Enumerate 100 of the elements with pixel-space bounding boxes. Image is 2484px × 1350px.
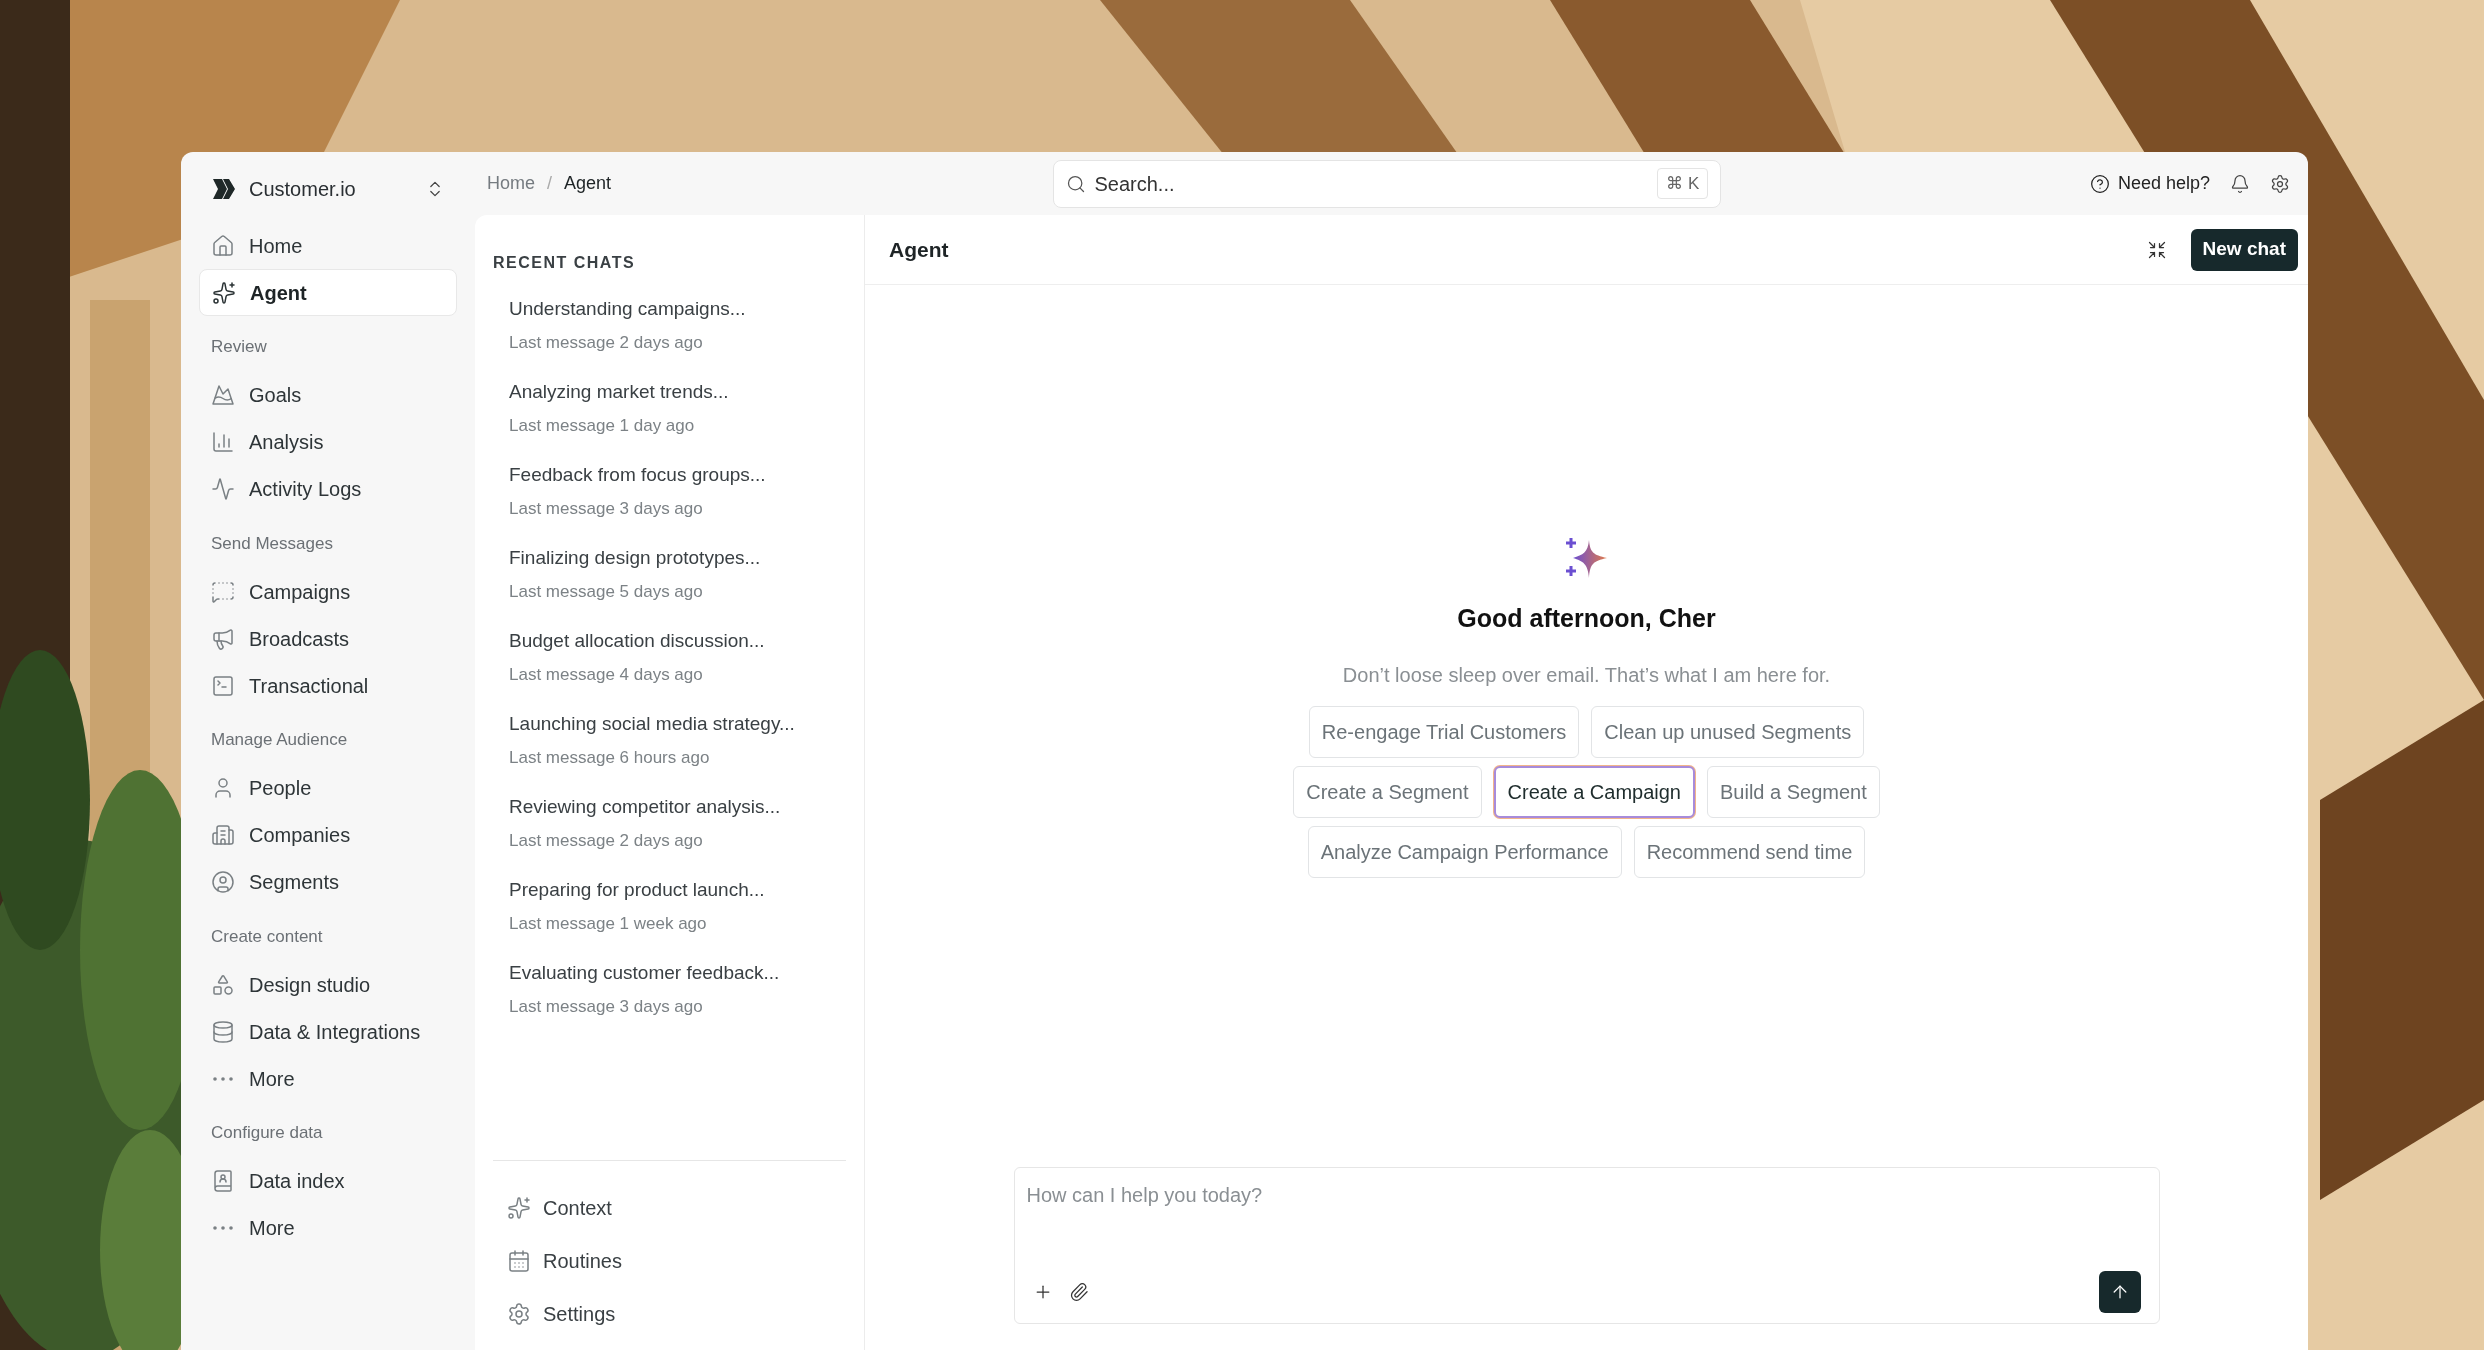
chat-timestamp: Last message 5 days ago <box>509 580 704 603</box>
settings-icon[interactable] <box>2270 173 2290 194</box>
chat-title[interactable]: Finalizing design prototypes... <box>509 544 830 573</box>
nav-label: Design studio <box>249 972 371 998</box>
help-icon <box>2089 173 2110 194</box>
section-heading: Send Messages <box>210 532 334 555</box>
chat-timestamp: Last message 2 days ago <box>509 331 704 354</box>
sparkle-icon <box>212 280 236 305</box>
chat-title[interactable]: Analyzing market trends... <box>509 378 830 407</box>
chat-bubble-icon <box>211 579 235 604</box>
nav-item[interactable]: Companies <box>199 811 457 859</box>
nav-label: Data & Integrations <box>249 1019 421 1045</box>
panel-link-label: Context <box>543 1195 612 1221</box>
page-title: Agent <box>889 236 950 263</box>
nav-item[interactable]: Broadcasts <box>199 615 457 662</box>
nav-label: Campaigns <box>249 579 351 605</box>
calendar-icon <box>507 1248 531 1273</box>
bar-chart-icon <box>211 430 235 454</box>
suggestion-chip[interactable]: Clean up unused Segments <box>1591 705 1865 758</box>
nav-item[interactable]: Data index <box>199 1157 457 1205</box>
nav-item[interactable]: Activity Logs <box>199 465 457 513</box>
nav-item[interactable]: More <box>199 1055 457 1102</box>
suggestion-chip[interactable]: Build a Segment <box>1707 765 1880 818</box>
nav-item[interactable]: People <box>199 764 457 812</box>
paperclip-icon[interactable] <box>1068 1282 1089 1302</box>
chat-title[interactable]: Preparing for product launch... <box>509 876 830 905</box>
suggestion-chip[interactable]: Analyze Campaign Performance <box>1307 825 1622 878</box>
chat-title[interactable]: Launching social media strategy... <box>509 710 830 739</box>
terminal-icon <box>211 673 235 698</box>
chat-title[interactable]: Feedback from focus groups... <box>509 461 830 490</box>
building-icon <box>211 823 235 847</box>
more-icon <box>213 1226 233 1230</box>
message-composer[interactable]: How can I help you today? <box>1013 1167 2160 1324</box>
nav-label: Transactional <box>249 673 369 699</box>
search-icon <box>1066 173 1087 194</box>
section-heading: RECENT CHATS <box>493 253 637 273</box>
greeting-subtitle: Don’t loose sleep over email. That’s what I am here for. <box>1342 662 1831 688</box>
section-heading: Create content <box>210 925 324 948</box>
chat-title[interactable]: Budget allocation discussion... <box>509 627 830 656</box>
search-input[interactable]: Search... <box>1094 168 1650 199</box>
nav-label: More <box>249 1216 295 1241</box>
shortcut-key: ⌘ K <box>1657 167 1709 200</box>
help-link[interactable]: Need help? <box>2089 170 2210 197</box>
house-icon <box>211 233 235 258</box>
chat-timestamp: Last message 4 days ago <box>509 663 704 686</box>
user-circle-icon <box>211 870 235 894</box>
nav-item[interactable]: Transactional <box>199 662 457 709</box>
nav-label: Agent <box>250 280 307 306</box>
panel-link-label: Settings <box>543 1301 616 1327</box>
shapes-icon <box>211 972 235 997</box>
search-field[interactable]: Search... ⌘ K <box>1053 159 1722 208</box>
nav-item[interactable]: Campaigns <box>199 568 457 615</box>
nav-item[interactable]: Segments <box>199 858 457 906</box>
mountain-icon <box>211 383 235 407</box>
section-heading: Manage Audience <box>210 729 349 751</box>
chat-timestamp: Last message 3 days ago <box>509 995 704 1018</box>
suggestion-chip[interactable]: Recommend send time <box>1633 825 1866 878</box>
megaphone-icon <box>211 626 235 651</box>
greeting-heading: Good afternoon, Cher <box>1457 603 1716 635</box>
panel-link[interactable]: Routines <box>493 1234 846 1287</box>
chat-title[interactable]: Reviewing competitor analysis... <box>509 793 830 822</box>
chat-timestamp: Last message 6 hours ago <box>509 746 711 769</box>
suggestion-chip[interactable]: Create a Campaign <box>1493 765 1695 818</box>
panel-link[interactable]: Context <box>493 1181 846 1234</box>
nav-label: Segments <box>249 870 340 895</box>
message-input[interactable]: How can I help you today? <box>1026 1180 2147 1210</box>
nav-item[interactable]: Home <box>199 222 457 269</box>
suggestion-chip[interactable]: Create a Segment <box>1293 765 1482 818</box>
nav-item[interactable]: More <box>199 1204 457 1252</box>
bell-icon[interactable] <box>2230 173 2250 194</box>
new-chat-button[interactable]: New chat <box>2190 228 2298 271</box>
panel-link-label: Routines <box>543 1248 622 1274</box>
nav-label: More <box>249 1066 295 1092</box>
settings-icon <box>507 1301 531 1326</box>
suggestion-chip[interactable]: Re-engage Trial Customers <box>1308 705 1580 758</box>
chat-timestamp: Last message 2 days ago <box>509 829 704 852</box>
workspace-name: Customer.io <box>249 177 357 202</box>
nav-item[interactable]: Goals <box>199 371 457 419</box>
breadcrumb-link[interactable]: Home <box>487 170 535 197</box>
collapse-icon[interactable] <box>2146 239 2167 260</box>
panel-link[interactable]: Settings <box>493 1287 846 1340</box>
nav-label: Activity Logs <box>249 477 362 502</box>
contact-card-icon <box>211 1169 235 1193</box>
nav-item[interactable]: Design studio <box>199 961 457 1008</box>
nav-label: Goals <box>249 383 302 408</box>
nav-label: Data index <box>249 1169 345 1194</box>
breadcrumb-separator: / <box>547 172 553 195</box>
logo-icon <box>211 176 237 202</box>
pulse-icon <box>211 477 235 501</box>
nav-label: Home <box>249 233 303 259</box>
chat-title[interactable]: Understanding campaigns... <box>509 295 830 324</box>
more-icon <box>213 1076 233 1081</box>
nav-item[interactable]: Analysis <box>199 418 457 466</box>
sparkle-icon <box>507 1195 531 1220</box>
chat-timestamp: Last message 1 week ago <box>509 912 708 935</box>
nav-item[interactable]: Agent <box>199 269 457 316</box>
nav-item[interactable]: Data & Integrations <box>199 1008 457 1055</box>
breadcrumb-link[interactable]: Agent <box>564 170 612 197</box>
send-button[interactable] <box>2098 1271 2141 1313</box>
chat-title[interactable]: Evaluating customer feedback... <box>509 959 830 988</box>
